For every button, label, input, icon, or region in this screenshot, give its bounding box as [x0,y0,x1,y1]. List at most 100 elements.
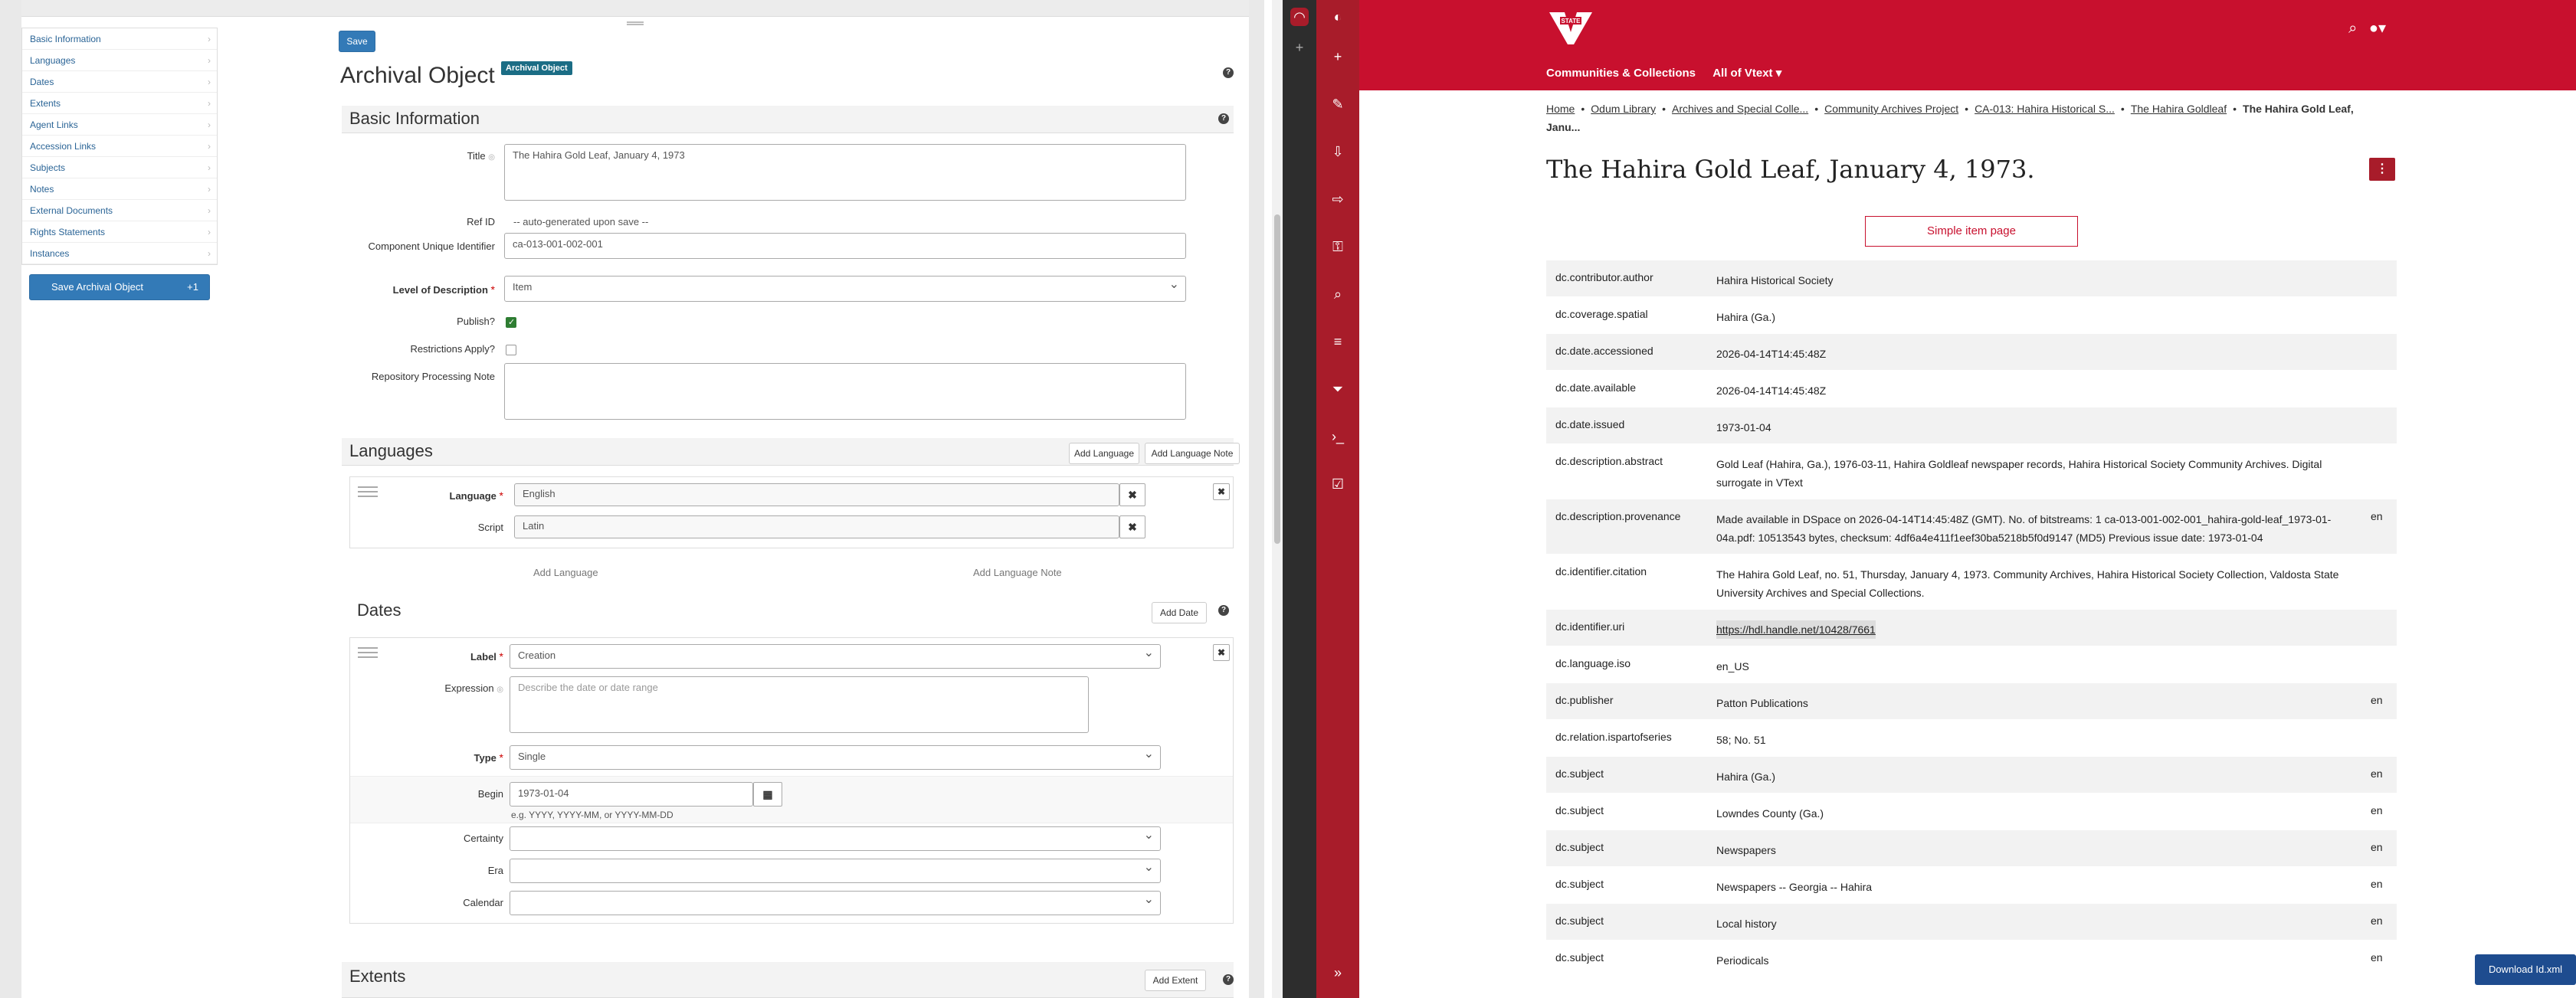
breadcrumb-separator: • [1814,103,1819,115]
restrictions-label: Restrictions Apply? [410,343,495,355]
add-date-button[interactable]: Add Date [1152,602,1207,623]
publish-checkbox[interactable] [506,317,516,328]
script-field[interactable]: Latin [514,515,1119,538]
import-icon[interactable]: ⇩ [1327,141,1349,162]
sidenav-item[interactable]: Notes [22,178,217,200]
date-entry: ✖ Label * Creation Expression ◎ Describe… [349,637,1234,924]
workflow-icon[interactable]: ☑ [1327,473,1349,495]
left-scrollbar[interactable] [1272,0,1283,998]
component-id-field[interactable]: ca-013-001-002-001 [504,233,1186,259]
metadata-value: 2026-04-14T14:45:48Z [1716,348,1827,360]
scrollbar-thumb[interactable] [1274,214,1280,544]
metadata-row: dc.coverage.spatial Hahira (Ga.) [1546,297,2397,334]
metadata-row: dc.date.issued 1973-01-04 [1546,407,2397,444]
certainty-select[interactable] [510,826,1161,851]
begin-date-field[interactable]: 1973-01-04 [510,782,753,807]
add-extent-button[interactable]: Add Extent [1145,970,1206,991]
edit-icon[interactable]: ✎ [1327,93,1349,115]
metadata-key: dc.description.abstract [1555,455,1663,467]
user-menu-icon[interactable]: ●▾ [2369,20,2386,37]
sidenav-item[interactable]: Instances [22,243,217,264]
metadata-value: Gold Leaf (Hahira, Ga.), 1976-03-11, Hah… [1716,458,2322,489]
era-select[interactable] [510,859,1161,883]
registries-icon[interactable]: ≡ [1327,331,1349,352]
metadata-row: dc.date.available 2026-04-14T14:45:48Z [1546,371,2397,407]
add-icon[interactable]: + [1290,38,1309,57]
help-icon[interactable]: ? [1223,67,1234,78]
dspace-logo-icon[interactable]: ◐ [1327,6,1349,28]
sidenav-item[interactable]: Accession Links [22,136,217,157]
item-menu-icon[interactable]: ⋮ [2369,158,2395,181]
clear-language-icon[interactable]: ✖ [1119,483,1145,506]
breadcrumb-link[interactable]: The Hahira Goldleaf [2131,103,2227,115]
vstate-logo[interactable]: STATE [1546,9,1595,46]
clear-script-icon[interactable]: ✖ [1119,515,1145,538]
metadata-key: dc.subject [1555,804,1604,816]
sidenav-item[interactable]: External Documents [22,200,217,221]
download-xml-button[interactable]: Download Id.xml [2475,954,2576,985]
extents-header: Extents [342,962,1234,998]
metadata-row: dc.contributor.author Hahira Historical S… [1546,260,2397,297]
sidenav-item[interactable]: Dates [22,71,217,93]
metadata-key: dc.date.available [1555,381,1637,394]
new-icon[interactable]: + [1327,46,1349,67]
breadcrumb-link[interactable]: Archives and Special Colle... [1672,103,1808,115]
metadata-value[interactable]: https://hdl.handle.net/10428/7661 [1716,620,1876,639]
language-label: Language * [449,489,503,502]
breadcrumb-link[interactable]: Home [1546,103,1575,115]
record-type-badge: Archival Object [501,61,572,75]
metadata-value: Hahira Historical Society [1716,274,1834,286]
admin-search-icon[interactable]: ⌕ [1327,283,1349,305]
calendar-icon[interactable]: ▦ [753,782,782,807]
help-icon[interactable]: ? [1223,974,1234,985]
level-select[interactable]: Item [504,276,1186,302]
help-icon[interactable]: ? [1218,605,1229,616]
save-archival-object-button[interactable]: Save Archival Object +1 [29,274,210,300]
add-language-note-button[interactable]: Add Language Note [1145,443,1240,464]
sidenav-item[interactable]: Rights Statements [22,221,217,243]
export-icon[interactable]: ⇨ [1327,188,1349,210]
remove-date-icon[interactable]: ✖ [1213,644,1230,661]
breadcrumb-separator: • [1965,103,1969,115]
section-title: Extents [349,967,406,986]
breadcrumb-link[interactable]: Community Archives Project [1824,103,1958,115]
curation-filter-icon[interactable]: ⏷ [1327,378,1349,400]
type-label: Type * [474,751,503,764]
metadata-key: dc.date.issued [1555,418,1625,430]
remove-language-icon[interactable]: ✖ [1213,483,1230,500]
restrictions-checkbox[interactable] [506,345,516,355]
simple-item-page-link[interactable]: Simple item page [1865,216,2078,247]
sidenav-item[interactable]: Languages [22,50,217,71]
calendar-select[interactable] [510,891,1161,915]
nav-all-of-vtext[interactable]: All of Vtext ▾ [1712,67,1781,80]
help-icon[interactable]: ? [1218,113,1229,124]
app-icon[interactable]: ◠ [1290,8,1309,26]
save-button[interactable]: Save [339,31,375,52]
access-control-icon[interactable]: ⚿ [1327,236,1349,257]
sidenav-item[interactable]: Subjects [22,157,217,178]
metadata-key: dc.date.accessioned [1555,345,1653,357]
processes-icon[interactable]: ›_ [1327,426,1349,447]
date-label-select[interactable]: Creation [510,644,1161,669]
type-select[interactable]: Single [510,745,1161,770]
breadcrumb-link[interactable]: Odum Library [1591,103,1656,115]
search-icon[interactable]: ⌕ [2348,20,2357,37]
add-language-link[interactable]: Add Language [533,567,598,578]
title-field[interactable]: The Hahira Gold Leaf, January 4, 1973 [504,144,1186,201]
add-language-button[interactable]: Add Language [1069,443,1139,464]
add-language-note-link[interactable]: Add Language Note [973,567,1062,578]
nav-communities[interactable]: Communities & Collections [1546,67,1696,80]
breadcrumb-link[interactable]: CA-013: Hahira Historical S... [1975,103,2115,115]
metadata-key: dc.subject [1555,878,1604,890]
sidenav-item[interactable]: Extents [22,93,217,114]
resize-handle[interactable] [627,21,644,25]
language-field[interactable]: English [514,483,1119,506]
expand-sidebar-icon[interactable]: » [1327,962,1349,983]
breadcrumb-separator: • [1662,103,1666,115]
processing-note-field[interactable] [504,363,1186,420]
metadata-row: dc.description.abstract Gold Leaf (Hahira… [1546,444,2397,499]
metadata-key: dc.language.iso [1555,657,1631,669]
expression-field[interactable]: Describe the date or date range [510,676,1089,733]
sidenav-item[interactable]: Agent Links [22,114,217,136]
sidenav-item[interactable]: Basic Information [22,28,217,50]
